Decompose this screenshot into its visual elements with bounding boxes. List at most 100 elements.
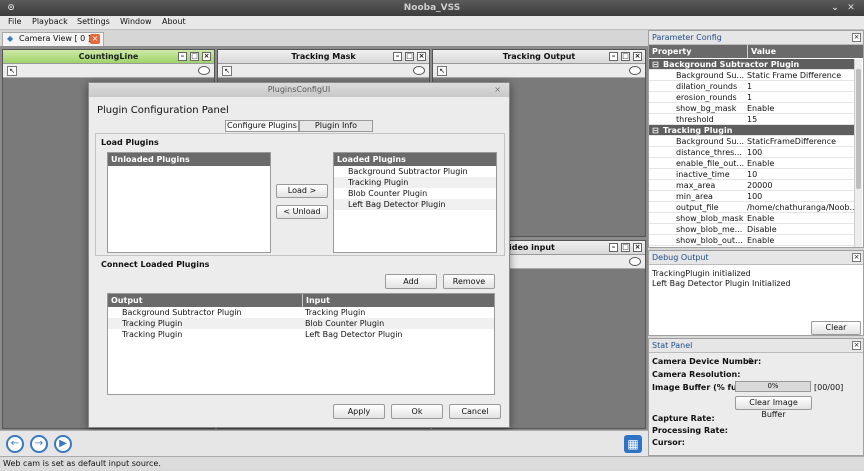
cell-value[interactable]: Enable <box>747 235 855 246</box>
tab-configure-plugins[interactable]: Configure Plugins <box>225 120 299 132</box>
loaded-plugins-list[interactable]: Loaded Plugins Background Subtractor Plu… <box>333 152 497 253</box>
cell-value[interactable]: StaticFrameDifference <box>747 136 855 147</box>
maximize-icon[interactable]: □ <box>190 52 199 61</box>
window-menu-icon[interactable]: ⊙ <box>6 3 16 13</box>
cell-value[interactable]: 100 <box>747 191 855 202</box>
minimize-icon[interactable]: – <box>393 52 402 61</box>
cell-value[interactable]: 1 <box>747 81 855 92</box>
table-row[interactable]: Background Subtractor Plugin Tracking Pl… <box>108 307 494 318</box>
list-item[interactable]: Left Bag Detector Plugin <box>334 199 496 210</box>
tab-close-icon[interactable]: × <box>90 34 100 44</box>
maximize-icon[interactable]: □ <box>621 243 630 252</box>
table-row[interactable]: min_area 100 <box>649 191 855 202</box>
subwindow-header[interactable]: Tracking Mask – □ × <box>218 50 429 64</box>
close-icon[interactable]: × <box>202 52 211 61</box>
minimize-icon[interactable]: – <box>609 52 618 61</box>
close-icon[interactable]: × <box>633 243 642 252</box>
load-button[interactable]: Load > <box>276 184 328 198</box>
close-window-icon[interactable]: ✕ <box>846 3 856 13</box>
table-row[interactable]: threshold 15 <box>649 114 855 125</box>
eye-icon[interactable] <box>413 66 425 75</box>
vertical-scrollbar[interactable] <box>854 59 862 247</box>
eye-icon[interactable] <box>629 66 641 75</box>
list-item[interactable]: Background Subtractor Plugin <box>334 166 496 177</box>
minimize-icon[interactable]: ⌄ <box>830 3 840 13</box>
table-row[interactable]: show_bg_mask Enable <box>649 103 855 114</box>
clear-image-buffer-button[interactable]: Clear Image Buffer <box>735 396 812 419</box>
minimize-icon[interactable]: – <box>178 52 187 61</box>
eye-icon[interactable] <box>198 66 210 75</box>
close-icon[interactable]: × <box>633 52 642 61</box>
table-row[interactable]: show_blob_out... Enable <box>649 235 855 246</box>
cell-value[interactable]: 20000 <box>747 180 855 191</box>
cell-value[interactable]: /home/chathuranga/Noob... <box>747 202 855 213</box>
play-icon[interactable]: ▶ <box>54 435 72 453</box>
group-row[interactable]: ⊟ Tracking Plugin <box>649 125 855 136</box>
cell-value[interactable]: Enable <box>747 158 855 169</box>
list-item[interactable]: Tracking Plugin <box>334 177 496 188</box>
pin-icon[interactable]: ↖ <box>222 66 232 76</box>
close-icon[interactable]: × <box>852 341 861 350</box>
connections-table[interactable]: Output Input Background Subtractor Plugi… <box>107 293 495 395</box>
cell-value[interactable]: Static Frame Difference <box>747 70 855 81</box>
menu-window[interactable]: Window <box>120 17 152 26</box>
parameter-table[interactable]: ⊟ Background Subtractor Plugin Background… <box>649 59 855 247</box>
plugins-config-dialog[interactable]: PluginsConfigUI × Plugin Configuration P… <box>88 82 510 428</box>
table-row[interactable]: Tracking Plugin Blob Counter Plugin <box>108 318 494 329</box>
collapse-icon[interactable]: ⊟ <box>652 125 659 136</box>
tab-camera-view[interactable]: ◆ Camera View [ 0 ] × <box>2 32 104 46</box>
cell-value[interactable]: Disable <box>747 224 855 235</box>
cell-value[interactable]: 1 <box>747 92 855 103</box>
tile-view-icon[interactable]: ▦ <box>624 435 642 453</box>
subwindow-header[interactable]: Tracking Output – □ × <box>433 50 645 64</box>
unload-button[interactable]: < Unload <box>276 205 328 219</box>
minimize-icon[interactable]: – <box>609 243 618 252</box>
unloaded-plugins-list[interactable]: Unloaded Plugins <box>107 152 271 253</box>
table-row[interactable]: show_blob_me... Disable <box>649 224 855 235</box>
ok-button[interactable]: Ok <box>391 404 443 419</box>
table-row[interactable]: inactive_time 10 <box>649 169 855 180</box>
cell-value[interactable]: Enable <box>747 103 855 114</box>
table-row[interactable]: erosion_rounds 1 <box>649 92 855 103</box>
dialog-title-bar[interactable]: PluginsConfigUI × <box>89 83 509 97</box>
menu-file[interactable]: File <box>8 17 21 26</box>
table-row[interactable]: dilation_rounds 1 <box>649 81 855 92</box>
cell-value[interactable]: 10 <box>747 169 855 180</box>
maximize-icon[interactable]: □ <box>621 52 630 61</box>
pin-icon[interactable]: ↖ <box>7 66 17 76</box>
table-row[interactable]: enable_file_out... Enable <box>649 158 855 169</box>
subwindow-header[interactable]: CountingLine – □ × <box>3 50 214 64</box>
remove-button[interactable]: Remove <box>443 274 495 289</box>
collapse-icon[interactable]: ⊟ <box>652 59 659 70</box>
table-row[interactable]: output_file/home/chathuranga/Noob... <box>649 202 855 213</box>
table-row[interactable]: Background Su... Static Frame Difference <box>649 70 855 81</box>
apply-button[interactable]: Apply <box>333 404 385 419</box>
dialog-close-icon[interactable]: × <box>494 83 501 97</box>
close-icon[interactable]: × <box>852 33 861 42</box>
cancel-button[interactable]: Cancel <box>449 404 501 419</box>
pin-icon[interactable]: ↖ <box>437 66 447 76</box>
eye-icon[interactable] <box>629 257 641 266</box>
close-icon[interactable]: × <box>852 253 861 262</box>
list-item[interactable]: Blob Counter Plugin <box>334 188 496 199</box>
back-icon[interactable]: ← <box>6 435 24 453</box>
table-row[interactable]: distance_thres... 100 <box>649 147 855 158</box>
close-icon[interactable]: × <box>417 52 426 61</box>
tab-plugin-info[interactable]: Plugin Info <box>299 120 373 132</box>
cell-value[interactable]: 100 <box>747 147 855 158</box>
table-row[interactable]: Tracking Plugin Left Bag Detector Plugin <box>108 329 494 340</box>
add-button[interactable]: Add <box>385 274 437 289</box>
group-row[interactable]: ⊟ Background Subtractor Plugin <box>649 59 855 70</box>
maximize-icon[interactable]: □ <box>405 52 414 61</box>
table-row[interactable]: max_area 20000 <box>649 180 855 191</box>
table-row[interactable]: Background Su... StaticFrameDifference <box>649 136 855 147</box>
menu-about[interactable]: About <box>162 17 186 26</box>
forward-icon[interactable]: → <box>30 435 48 453</box>
clear-button[interactable]: Clear <box>811 321 861 335</box>
table-row[interactable]: show_blob_mask Enable <box>649 213 855 224</box>
menu-playback[interactable]: Playback <box>32 17 68 26</box>
cell-value[interactable]: Enable <box>747 213 855 224</box>
menu-settings[interactable]: Settings <box>77 17 110 26</box>
scrollbar-thumb[interactable] <box>856 69 861 189</box>
cell-value[interactable]: 15 <box>747 114 855 125</box>
